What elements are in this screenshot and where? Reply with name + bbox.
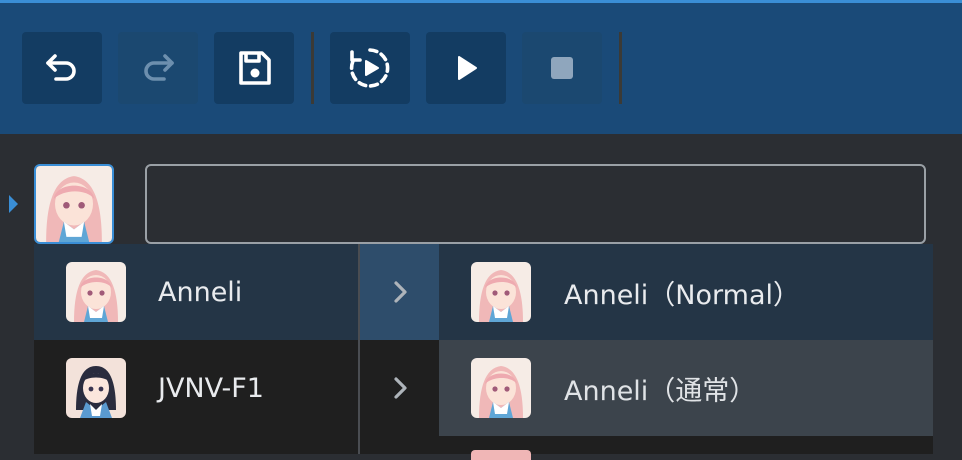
character-menu-item-anneli[interactable]: Anneli [34,244,358,340]
style-menu-item-tsujo[interactable]: Anneli（通常） [439,340,933,436]
play-continuous-button[interactable] [330,32,410,104]
jvnv-f1-avatar [66,358,126,418]
character-menu-item-jvnv-f1[interactable]: JVNV-F1 [34,340,358,436]
character-menu: Anneli JVNV-F1 [34,244,358,454]
stop-icon [551,57,573,79]
stop-button[interactable] [522,32,602,104]
character-label: JVNV-F1 [158,372,264,404]
character-selector-button[interactable] [34,164,114,244]
chevron-right-icon [393,281,407,303]
toolbar-separator [311,32,314,104]
submenu-expand-jvnv-f1[interactable] [360,340,439,436]
play-icon [458,56,477,80]
editor-area: Anneli JVNV-F1 Anneli（Normal） Anneli（通常） [0,134,962,460]
anneli-avatar [471,358,531,418]
save-icon [239,51,271,85]
style-menu-item-normal[interactable]: Anneli（Normal） [439,244,933,340]
redo-icon [144,54,174,81]
toolbar [0,3,962,134]
character-label: Anneli [158,276,243,308]
style-menu: Anneli（Normal） Anneli（通常） [439,244,933,460]
save-button[interactable] [214,32,294,104]
undo-button[interactable] [22,32,102,104]
active-row-caret [9,195,18,213]
next-style-avatar-peek [471,450,531,460]
style-label: Anneli（通常） [564,375,757,407]
undo-icon [46,54,76,81]
play-button[interactable] [426,32,506,104]
anneli-avatar [36,166,112,242]
toolbar-separator [619,32,622,104]
submenu-arrow-column [358,244,439,454]
chevron-right-icon [393,377,407,399]
submenu-expand-anneli[interactable] [360,244,439,340]
redo-button[interactable] [118,32,198,104]
play-continuous-icon [349,48,390,88]
anneli-avatar [66,262,126,322]
text-input[interactable] [145,164,926,244]
style-label: Anneli（Normal） [564,279,800,311]
anneli-avatar [471,262,531,322]
